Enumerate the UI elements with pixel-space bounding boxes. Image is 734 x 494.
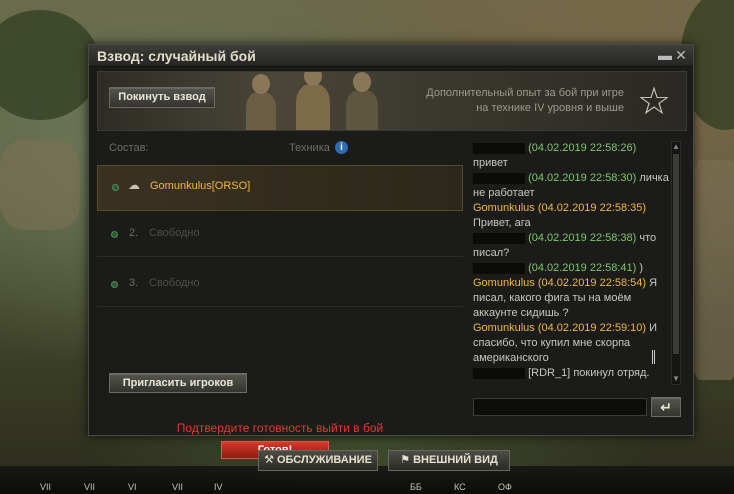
ammo-slot[interactable]: ББ [410, 482, 422, 494]
slot-free-label: Свободно [149, 227, 200, 239]
composition-header: Состав: [109, 142, 149, 154]
chat-message: (04.02.2019 22:58:41) ) [473, 261, 671, 276]
chat-message: (04.02.2019 22:58:38) что писал? [473, 232, 657, 259]
scroll-up-icon[interactable]: ▲ [672, 142, 680, 152]
chat-message: Gomunkulus (04.02.2019 22:58:35) Привет,… [473, 202, 647, 229]
close-icon[interactable]: ✕ [674, 47, 688, 63]
window-titlebar[interactable]: Взвод: случайный бой ▬ ✕ [89, 45, 693, 67]
chat-scrollbar[interactable]: ▲ ▼ [671, 141, 681, 385]
vehicle-tier[interactable]: VII [40, 482, 51, 494]
exterior-button[interactable]: ⚑ ВНЕШНИЙ ВИД [388, 450, 510, 471]
ammo-slot[interactable]: КС [454, 482, 466, 494]
flag-icon: ⚑ [400, 454, 414, 466]
slot-free-label: Свободно [149, 277, 200, 289]
redacted-name [473, 232, 525, 244]
ready-indicator-icon [111, 231, 118, 238]
player-name: Gomunkulus[ORSO] [150, 180, 251, 192]
ammo-slot[interactable]: ОФ [498, 482, 512, 494]
info-icon[interactable]: i [335, 141, 348, 154]
invite-players-button[interactable]: Пригласить игроков [109, 373, 247, 393]
ready-hint: Подтвердите готовность выйти в бой [176, 421, 384, 435]
scroll-down-icon[interactable]: ▼ [672, 374, 680, 384]
roster-slot-3[interactable]: 3. Свободно [97, 263, 463, 307]
leave-platoon-button[interactable]: Покинуть взвод [109, 87, 215, 108]
redacted-name [473, 172, 525, 184]
roster-panel: Состав: Техника i ☁ Gomunkulus[ORSO] 2. … [97, 137, 463, 459]
background-tree [0, 10, 100, 120]
chat-message: [RDR_1] покинул отряд. [473, 366, 671, 381]
text-cursor-icon [652, 350, 655, 364]
chat-input[interactable] [473, 398, 647, 416]
commander-icon: ☁ [128, 178, 140, 192]
chat-message: (04.02.2019 22:58:26) привет [473, 142, 637, 169]
redacted-name [473, 262, 525, 274]
background-rock [690, 160, 734, 380]
window-title: Взвод: случайный бой [97, 48, 256, 64]
chat-message: Gomunkulus (04.02.2019 22:58:54) Я писал… [473, 277, 658, 319]
ready-indicator-icon [111, 281, 118, 288]
minimize-icon[interactable]: ▬ [658, 47, 672, 63]
chat-panel: (04.02.2019 22:58:26) привет (04.02.2019… [463, 137, 689, 391]
scroll-thumb[interactable] [673, 154, 679, 354]
bonus-text: Дополнительный опыт за бой при игре на т… [426, 87, 624, 114]
platoon-window: Взвод: случайный бой ▬ ✕ Дополнительный … [88, 44, 694, 459]
vehicle-tier[interactable]: VII [172, 482, 183, 494]
redacted-name [473, 142, 525, 154]
soldier-illustration [346, 72, 378, 130]
soldier-illustration [296, 72, 330, 130]
chat-log[interactable]: (04.02.2019 22:58:26) привет (04.02.2019… [473, 141, 671, 381]
roster-slot-2[interactable]: 2. Свободно [97, 213, 463, 257]
service-button[interactable]: ⚒ ОБСЛУЖИВАНИЕ [258, 450, 378, 471]
slot-number: 3. [129, 277, 139, 289]
chat-message: Gomunkulus (04.02.2019 22:59:10) И спаси… [473, 322, 658, 364]
tech-header: Техника [289, 142, 330, 154]
star-badge-icon: ☆ [636, 81, 672, 123]
slot-number: 2. [129, 227, 139, 239]
background-rock [0, 140, 80, 230]
vehicle-tier[interactable]: IV [214, 482, 223, 494]
roster-slot-1[interactable]: ☁ Gomunkulus[ORSO] [97, 165, 463, 211]
redacted-name [473, 367, 525, 379]
chat-message: (04.02.2019 22:58:30) личка не работает [473, 172, 669, 199]
vehicle-tier[interactable]: VII [84, 482, 95, 494]
send-button[interactable]: ↵ [651, 397, 681, 417]
soldier-illustration [246, 74, 276, 130]
wrench-icon: ⚒ [264, 454, 277, 466]
ready-indicator-icon [112, 184, 119, 191]
vehicle-tier[interactable]: VI [128, 482, 137, 494]
